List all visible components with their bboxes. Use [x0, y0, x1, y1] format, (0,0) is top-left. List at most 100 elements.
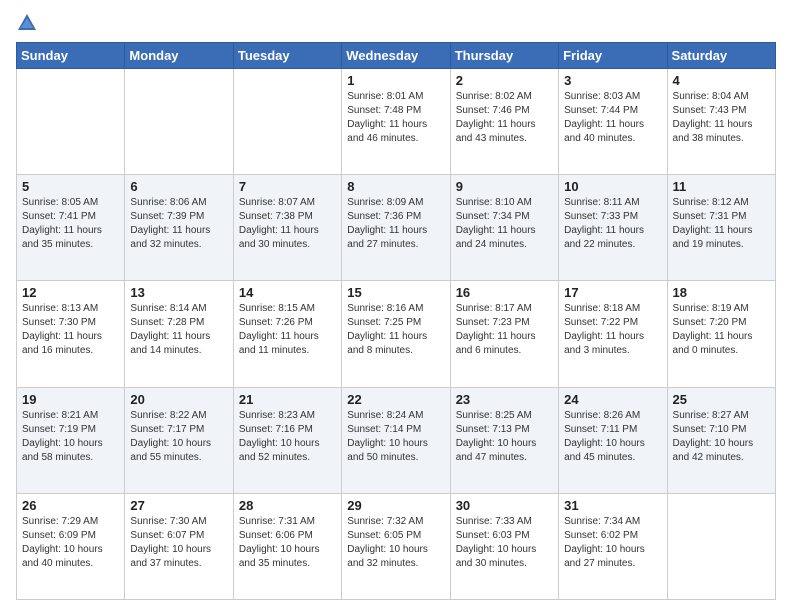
calendar-cell: 15 Sunrise: 8:16 AM Sunset: 7:25 PM Dayli…	[342, 281, 450, 387]
day-number: 3	[564, 73, 661, 88]
day-number: 11	[673, 179, 770, 194]
day-number: 6	[130, 179, 227, 194]
day-number: 29	[347, 498, 444, 513]
calendar-week-5: 26 Sunrise: 7:29 AM Sunset: 6:09 PM Dayli…	[17, 493, 776, 599]
calendar-cell: 14 Sunrise: 8:15 AM Sunset: 7:26 PM Dayli…	[233, 281, 341, 387]
day-number: 17	[564, 285, 661, 300]
day-info: Sunrise: 8:24 AM Sunset: 7:14 PM Dayligh…	[347, 409, 444, 465]
day-info: Sunrise: 7:34 AM Sunset: 6:02 PM Dayligh…	[564, 515, 661, 571]
calendar-cell: 26 Sunrise: 7:29 AM Sunset: 6:09 PM Dayli…	[17, 493, 125, 599]
calendar-week-4: 19 Sunrise: 8:21 AM Sunset: 7:19 PM Dayli…	[17, 387, 776, 493]
calendar-cell: 13 Sunrise: 8:14 AM Sunset: 7:28 PM Dayli…	[125, 281, 233, 387]
day-number: 15	[347, 285, 444, 300]
calendar-cell: 24 Sunrise: 8:26 AM Sunset: 7:11 PM Dayli…	[559, 387, 667, 493]
day-info: Sunrise: 8:12 AM Sunset: 7:31 PM Dayligh…	[673, 196, 770, 252]
day-info: Sunrise: 8:14 AM Sunset: 7:28 PM Dayligh…	[130, 302, 227, 358]
weekday-header-friday: Friday	[559, 43, 667, 69]
day-number: 13	[130, 285, 227, 300]
day-number: 14	[239, 285, 336, 300]
day-number: 30	[456, 498, 553, 513]
calendar-cell: 7 Sunrise: 8:07 AM Sunset: 7:38 PM Daylig…	[233, 175, 341, 281]
calendar-cell: 28 Sunrise: 7:31 AM Sunset: 6:06 PM Dayli…	[233, 493, 341, 599]
day-info: Sunrise: 8:25 AM Sunset: 7:13 PM Dayligh…	[456, 409, 553, 465]
calendar-cell: 12Sunrise: 8:13 AM Sunset: 7:30 PM Dayli…	[17, 281, 125, 387]
day-info: Sunrise: 8:18 AM Sunset: 7:22 PM Dayligh…	[564, 302, 661, 358]
day-info: Sunrise: 8:05 AM Sunset: 7:41 PM Dayligh…	[22, 196, 119, 252]
logo	[16, 12, 42, 34]
calendar-cell: 19 Sunrise: 8:21 AM Sunset: 7:19 PM Dayli…	[17, 387, 125, 493]
day-info: Sunrise: 8:10 AM Sunset: 7:34 PM Dayligh…	[456, 196, 553, 252]
day-info: Sunrise: 7:29 AM Sunset: 6:09 PM Dayligh…	[22, 515, 119, 571]
header	[16, 12, 776, 34]
calendar-cell: 27 Sunrise: 7:30 AM Sunset: 6:07 PM Dayli…	[125, 493, 233, 599]
day-number: 2	[456, 73, 553, 88]
calendar-cell: 17 Sunrise: 8:18 AM Sunset: 7:22 PM Dayli…	[559, 281, 667, 387]
day-info: Sunrise: 8:02 AM Sunset: 7:46 PM Dayligh…	[456, 90, 553, 146]
day-number: 26	[22, 498, 119, 513]
day-info: Sunrise: 7:32 AM Sunset: 6:05 PM Dayligh…	[347, 515, 444, 571]
calendar-cell	[233, 69, 341, 175]
day-info: Sunrise: 8:15 AM Sunset: 7:26 PM Dayligh…	[239, 302, 336, 358]
calendar-cell: 4Sunrise: 8:04 AM Sunset: 7:43 PM Daylig…	[667, 69, 775, 175]
generalblue-icon	[16, 12, 38, 34]
day-info: Sunrise: 8:06 AM Sunset: 7:39 PM Dayligh…	[130, 196, 227, 252]
day-info: Sunrise: 8:09 AM Sunset: 7:36 PM Dayligh…	[347, 196, 444, 252]
day-info: Sunrise: 7:33 AM Sunset: 6:03 PM Dayligh…	[456, 515, 553, 571]
day-info: Sunrise: 8:26 AM Sunset: 7:11 PM Dayligh…	[564, 409, 661, 465]
calendar-header-row: SundayMondayTuesdayWednesdayThursdayFrid…	[17, 43, 776, 69]
day-number: 23	[456, 392, 553, 407]
day-info: Sunrise: 8:16 AM Sunset: 7:25 PM Dayligh…	[347, 302, 444, 358]
calendar-cell: 8 Sunrise: 8:09 AM Sunset: 7:36 PM Daylig…	[342, 175, 450, 281]
day-info: Sunrise: 8:21 AM Sunset: 7:19 PM Dayligh…	[22, 409, 119, 465]
calendar-cell: 21Sunrise: 8:23 AM Sunset: 7:16 PM Dayli…	[233, 387, 341, 493]
day-number: 8	[347, 179, 444, 194]
day-info: Sunrise: 8:19 AM Sunset: 7:20 PM Dayligh…	[673, 302, 770, 358]
calendar-week-2: 5 Sunrise: 8:05 AM Sunset: 7:41 PM Daylig…	[17, 175, 776, 281]
day-number: 22	[347, 392, 444, 407]
day-number: 20	[130, 392, 227, 407]
calendar-cell: 20 Sunrise: 8:22 AM Sunset: 7:17 PM Dayli…	[125, 387, 233, 493]
day-info: Sunrise: 8:17 AM Sunset: 7:23 PM Dayligh…	[456, 302, 553, 358]
day-number: 19	[22, 392, 119, 407]
day-number: 27	[130, 498, 227, 513]
calendar-cell: 6 Sunrise: 8:06 AM Sunset: 7:39 PM Daylig…	[125, 175, 233, 281]
page: SundayMondayTuesdayWednesdayThursdayFrid…	[0, 0, 792, 612]
calendar-cell: 22 Sunrise: 8:24 AM Sunset: 7:14 PM Dayli…	[342, 387, 450, 493]
weekday-header-sunday: Sunday	[17, 43, 125, 69]
day-info: Sunrise: 8:03 AM Sunset: 7:44 PM Dayligh…	[564, 90, 661, 146]
calendar-cell: 16 Sunrise: 8:17 AM Sunset: 7:23 PM Dayli…	[450, 281, 558, 387]
weekday-header-thursday: Thursday	[450, 43, 558, 69]
day-number: 10	[564, 179, 661, 194]
calendar-table: SundayMondayTuesdayWednesdayThursdayFrid…	[16, 42, 776, 600]
day-number: 5	[22, 179, 119, 194]
calendar-week-1: 1 Sunrise: 8:01 AM Sunset: 7:48 PM Daylig…	[17, 69, 776, 175]
day-number: 24	[564, 392, 661, 407]
calendar-cell: 30 Sunrise: 7:33 AM Sunset: 6:03 PM Dayli…	[450, 493, 558, 599]
day-info: Sunrise: 8:22 AM Sunset: 7:17 PM Dayligh…	[130, 409, 227, 465]
day-info: Sunrise: 7:31 AM Sunset: 6:06 PM Dayligh…	[239, 515, 336, 571]
calendar-week-3: 12Sunrise: 8:13 AM Sunset: 7:30 PM Dayli…	[17, 281, 776, 387]
calendar-cell: 10 Sunrise: 8:11 AM Sunset: 7:33 PM Dayli…	[559, 175, 667, 281]
day-number: 18	[673, 285, 770, 300]
weekday-header-monday: Monday	[125, 43, 233, 69]
calendar-cell: 18 Sunrise: 8:19 AM Sunset: 7:20 PM Dayli…	[667, 281, 775, 387]
calendar-cell: 11 Sunrise: 8:12 AM Sunset: 7:31 PM Dayli…	[667, 175, 775, 281]
day-number: 4	[673, 73, 770, 88]
day-info: Sunrise: 8:07 AM Sunset: 7:38 PM Dayligh…	[239, 196, 336, 252]
day-number: 12	[22, 285, 119, 300]
day-info: Sunrise: 8:27 AM Sunset: 7:10 PM Dayligh…	[673, 409, 770, 465]
calendar-cell: 2 Sunrise: 8:02 AM Sunset: 7:46 PM Daylig…	[450, 69, 558, 175]
day-info: Sunrise: 7:30 AM Sunset: 6:07 PM Dayligh…	[130, 515, 227, 571]
day-info: Sunrise: 8:11 AM Sunset: 7:33 PM Dayligh…	[564, 196, 661, 252]
calendar-cell: 25Sunrise: 8:27 AM Sunset: 7:10 PM Dayli…	[667, 387, 775, 493]
calendar-cell	[667, 493, 775, 599]
day-number: 16	[456, 285, 553, 300]
day-number: 1	[347, 73, 444, 88]
calendar-cell	[125, 69, 233, 175]
calendar-cell: 1 Sunrise: 8:01 AM Sunset: 7:48 PM Daylig…	[342, 69, 450, 175]
day-number: 7	[239, 179, 336, 194]
day-info: Sunrise: 8:01 AM Sunset: 7:48 PM Dayligh…	[347, 90, 444, 146]
weekday-header-wednesday: Wednesday	[342, 43, 450, 69]
day-number: 9	[456, 179, 553, 194]
day-number: 28	[239, 498, 336, 513]
